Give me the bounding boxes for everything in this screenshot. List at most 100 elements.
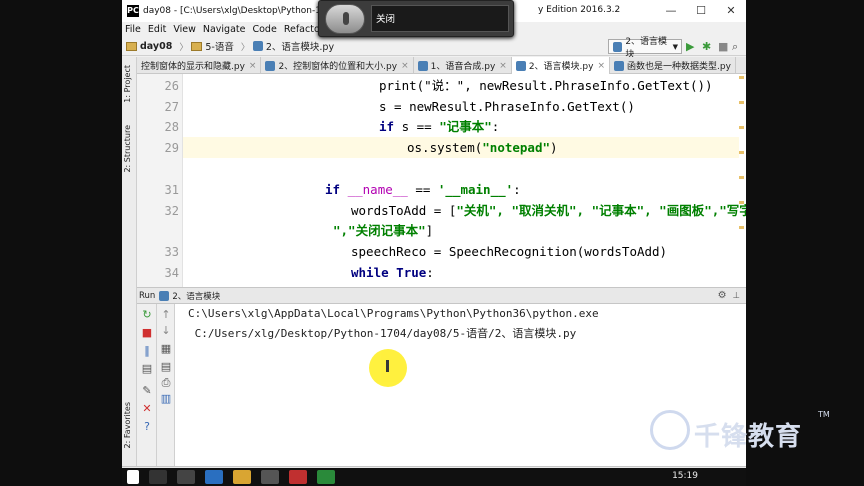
- mouse-cursor-highlight: [369, 349, 407, 387]
- search-icon[interactable]: [149, 470, 167, 484]
- chevron-right-icon: 〉: [179, 42, 189, 53]
- code-line-31: if __name__ == '__main__':: [325, 180, 746, 200]
- tab-label: 2、语言模块.py: [528, 62, 594, 72]
- trash-icon[interactable]: ▥: [159, 392, 173, 405]
- string-literal: "记事本": [439, 119, 492, 134]
- python-file-icon: [515, 60, 526, 71]
- tab-speech-synthesis[interactable]: 1、语音合成.py ×: [414, 57, 512, 74]
- search-icon[interactable]: ⌕: [732, 40, 738, 53]
- run-config-select[interactable]: 2、语言模块 ▼: [608, 37, 682, 60]
- chevron-right-icon: 〉: [240, 42, 250, 53]
- microphone-icon[interactable]: [325, 4, 365, 34]
- close-icon[interactable]: ×: [499, 61, 507, 71]
- code-text: ==: [415, 182, 438, 197]
- close-icon[interactable]: ×: [401, 61, 409, 71]
- code-text: wordsToAdd = [: [351, 203, 457, 218]
- code-text: ): [550, 140, 558, 155]
- tab-show-hide-window[interactable]: 控制窗体的显示和隐藏.py ×: [137, 57, 262, 74]
- close-icon[interactable]: ×: [249, 61, 257, 71]
- gear-icon[interactable]: ⚙: [718, 290, 727, 301]
- tab-function-data-type[interactable]: 函数也是一种数据类型.py: [610, 57, 736, 74]
- help-icon[interactable]: ?: [140, 420, 154, 433]
- rerun-icon[interactable]: ↻: [140, 308, 154, 321]
- tab-label: 1、语音合成.py: [430, 62, 496, 72]
- soft-wrap-icon[interactable]: ▦: [159, 342, 173, 355]
- python-file-icon: [159, 290, 170, 301]
- python-file-icon: [417, 60, 428, 71]
- python-file-icon: [265, 60, 276, 71]
- breadcrumb-project[interactable]: day08: [126, 41, 172, 52]
- breadcrumb-folder[interactable]: 5-语音: [191, 39, 234, 53]
- menu-view[interactable]: View: [173, 24, 196, 35]
- breadcrumb-label: day08: [140, 40, 173, 52]
- minimize-button[interactable]: —: [656, 0, 686, 22]
- speech-recognition-popup: 关闭: [318, 0, 514, 37]
- edge-icon[interactable]: [205, 470, 223, 484]
- explorer-icon[interactable]: [233, 470, 251, 484]
- python-file-icon: [613, 41, 623, 52]
- app-icon[interactable]: [261, 470, 279, 484]
- breadcrumb-label: 2、语言模块.py: [265, 42, 335, 53]
- hide-panel-icon[interactable]: ⊥: [733, 291, 740, 301]
- pycharm-icon: PC: [127, 5, 139, 17]
- line-number: 31: [164, 183, 179, 197]
- run-icon[interactable]: ▶: [686, 40, 694, 53]
- left-tool-strip: 1: Project 2: Structure 2: Favorites: [122, 57, 137, 466]
- dunder-name: __name__: [340, 182, 416, 197]
- console-line: C:/Users/xlg/Desktop/Python-1704/day08/5…: [188, 327, 577, 340]
- favorites-tool-tab[interactable]: 2: Favorites: [123, 402, 132, 448]
- line-number: 32: [164, 204, 179, 218]
- pycharm-taskbar-icon[interactable]: [317, 470, 335, 484]
- cursor-icon: [386, 360, 389, 372]
- speech-result-box: 关闭: [371, 5, 509, 32]
- code-line-26: print("说：", newResult.PhraseInfo.GetText…: [379, 78, 713, 93]
- breadcrumb-file[interactable]: 2、语言模块.py: [252, 39, 335, 53]
- tab-window-position-size[interactable]: 2、控制窗体的位置和大小.py ×: [261, 57, 414, 74]
- menu-code[interactable]: Code: [252, 24, 276, 35]
- navigation-bar: day08 〉 5-语音 〉 2、语言模块.py 2、语言模块 ▼ ▶ ✱ ■ …: [122, 37, 746, 60]
- code-text: s ==: [394, 119, 440, 134]
- down-arrow-icon[interactable]: ↓: [159, 324, 173, 337]
- pin-icon[interactable]: ✎: [140, 384, 154, 397]
- code-editor[interactable]: 26 27 28 29 31 32 33 34 print("说：", newR…: [137, 74, 746, 287]
- stop-icon[interactable]: ■: [140, 326, 154, 339]
- close-icon[interactable]: ×: [597, 61, 605, 71]
- taskbar: 15:19: [122, 468, 746, 486]
- tab-label: 控制窗体的显示和隐藏.py: [141, 62, 245, 72]
- chrome-icon[interactable]: [289, 470, 307, 484]
- code-text: :: [426, 265, 434, 280]
- line-number: 34: [164, 266, 179, 280]
- layout-icon[interactable]: ▤: [140, 362, 154, 375]
- line-number: 29: [164, 141, 179, 155]
- tab-language-module[interactable]: 2、语言模块.py ×: [511, 57, 611, 74]
- debug-icon[interactable]: ✱: [702, 40, 711, 53]
- menu-edit[interactable]: Edit: [148, 24, 166, 35]
- tab-label: 2、控制窗体的位置和大小.py: [278, 62, 398, 72]
- line-number: 27: [164, 100, 179, 114]
- up-arrow-icon[interactable]: ↑: [159, 308, 173, 321]
- editor-tabs: 控制窗体的显示和隐藏.py × 2、控制窗体的位置和大小.py × 1、语音合成…: [137, 57, 746, 74]
- keyword: while: [351, 265, 389, 280]
- close-button[interactable]: ✕: [716, 0, 746, 22]
- maximize-button[interactable]: ☐: [686, 0, 716, 22]
- watermark-logo: 千锋教育 TM: [650, 410, 830, 452]
- string-literal: "notepad": [482, 140, 550, 155]
- task-view-icon[interactable]: [177, 470, 195, 484]
- menu-file[interactable]: File: [125, 24, 141, 35]
- python-file-icon: [614, 60, 625, 71]
- code-line-33: speechReco = SpeechRecognition(wordsToAd…: [351, 244, 668, 259]
- project-tool-tab[interactable]: 1: Project: [123, 65, 132, 103]
- print-icon[interactable]: ⎙: [159, 376, 173, 389]
- start-icon[interactable]: [127, 470, 139, 484]
- scroll-to-end-icon[interactable]: ▤: [159, 360, 173, 373]
- stop-icon[interactable]: ■: [718, 40, 728, 53]
- line-number-gutter: 26 27 28 29 31 32 33 34: [137, 74, 183, 287]
- pause-icon[interactable]: ‖: [140, 344, 154, 357]
- window-title: day08 - [C:\Users\xlg\Desktop\Python-170…: [143, 6, 342, 16]
- structure-tool-tab[interactable]: 2: Structure: [123, 125, 132, 173]
- keyword: if: [325, 182, 341, 197]
- close-icon[interactable]: ✕: [140, 402, 154, 415]
- console-line: C:\Users\xlg\AppData\Local\Programs\Pyth…: [188, 307, 599, 320]
- menu-navigate[interactable]: Navigate: [203, 24, 246, 35]
- editor-scrollbar-markers[interactable]: [739, 76, 744, 276]
